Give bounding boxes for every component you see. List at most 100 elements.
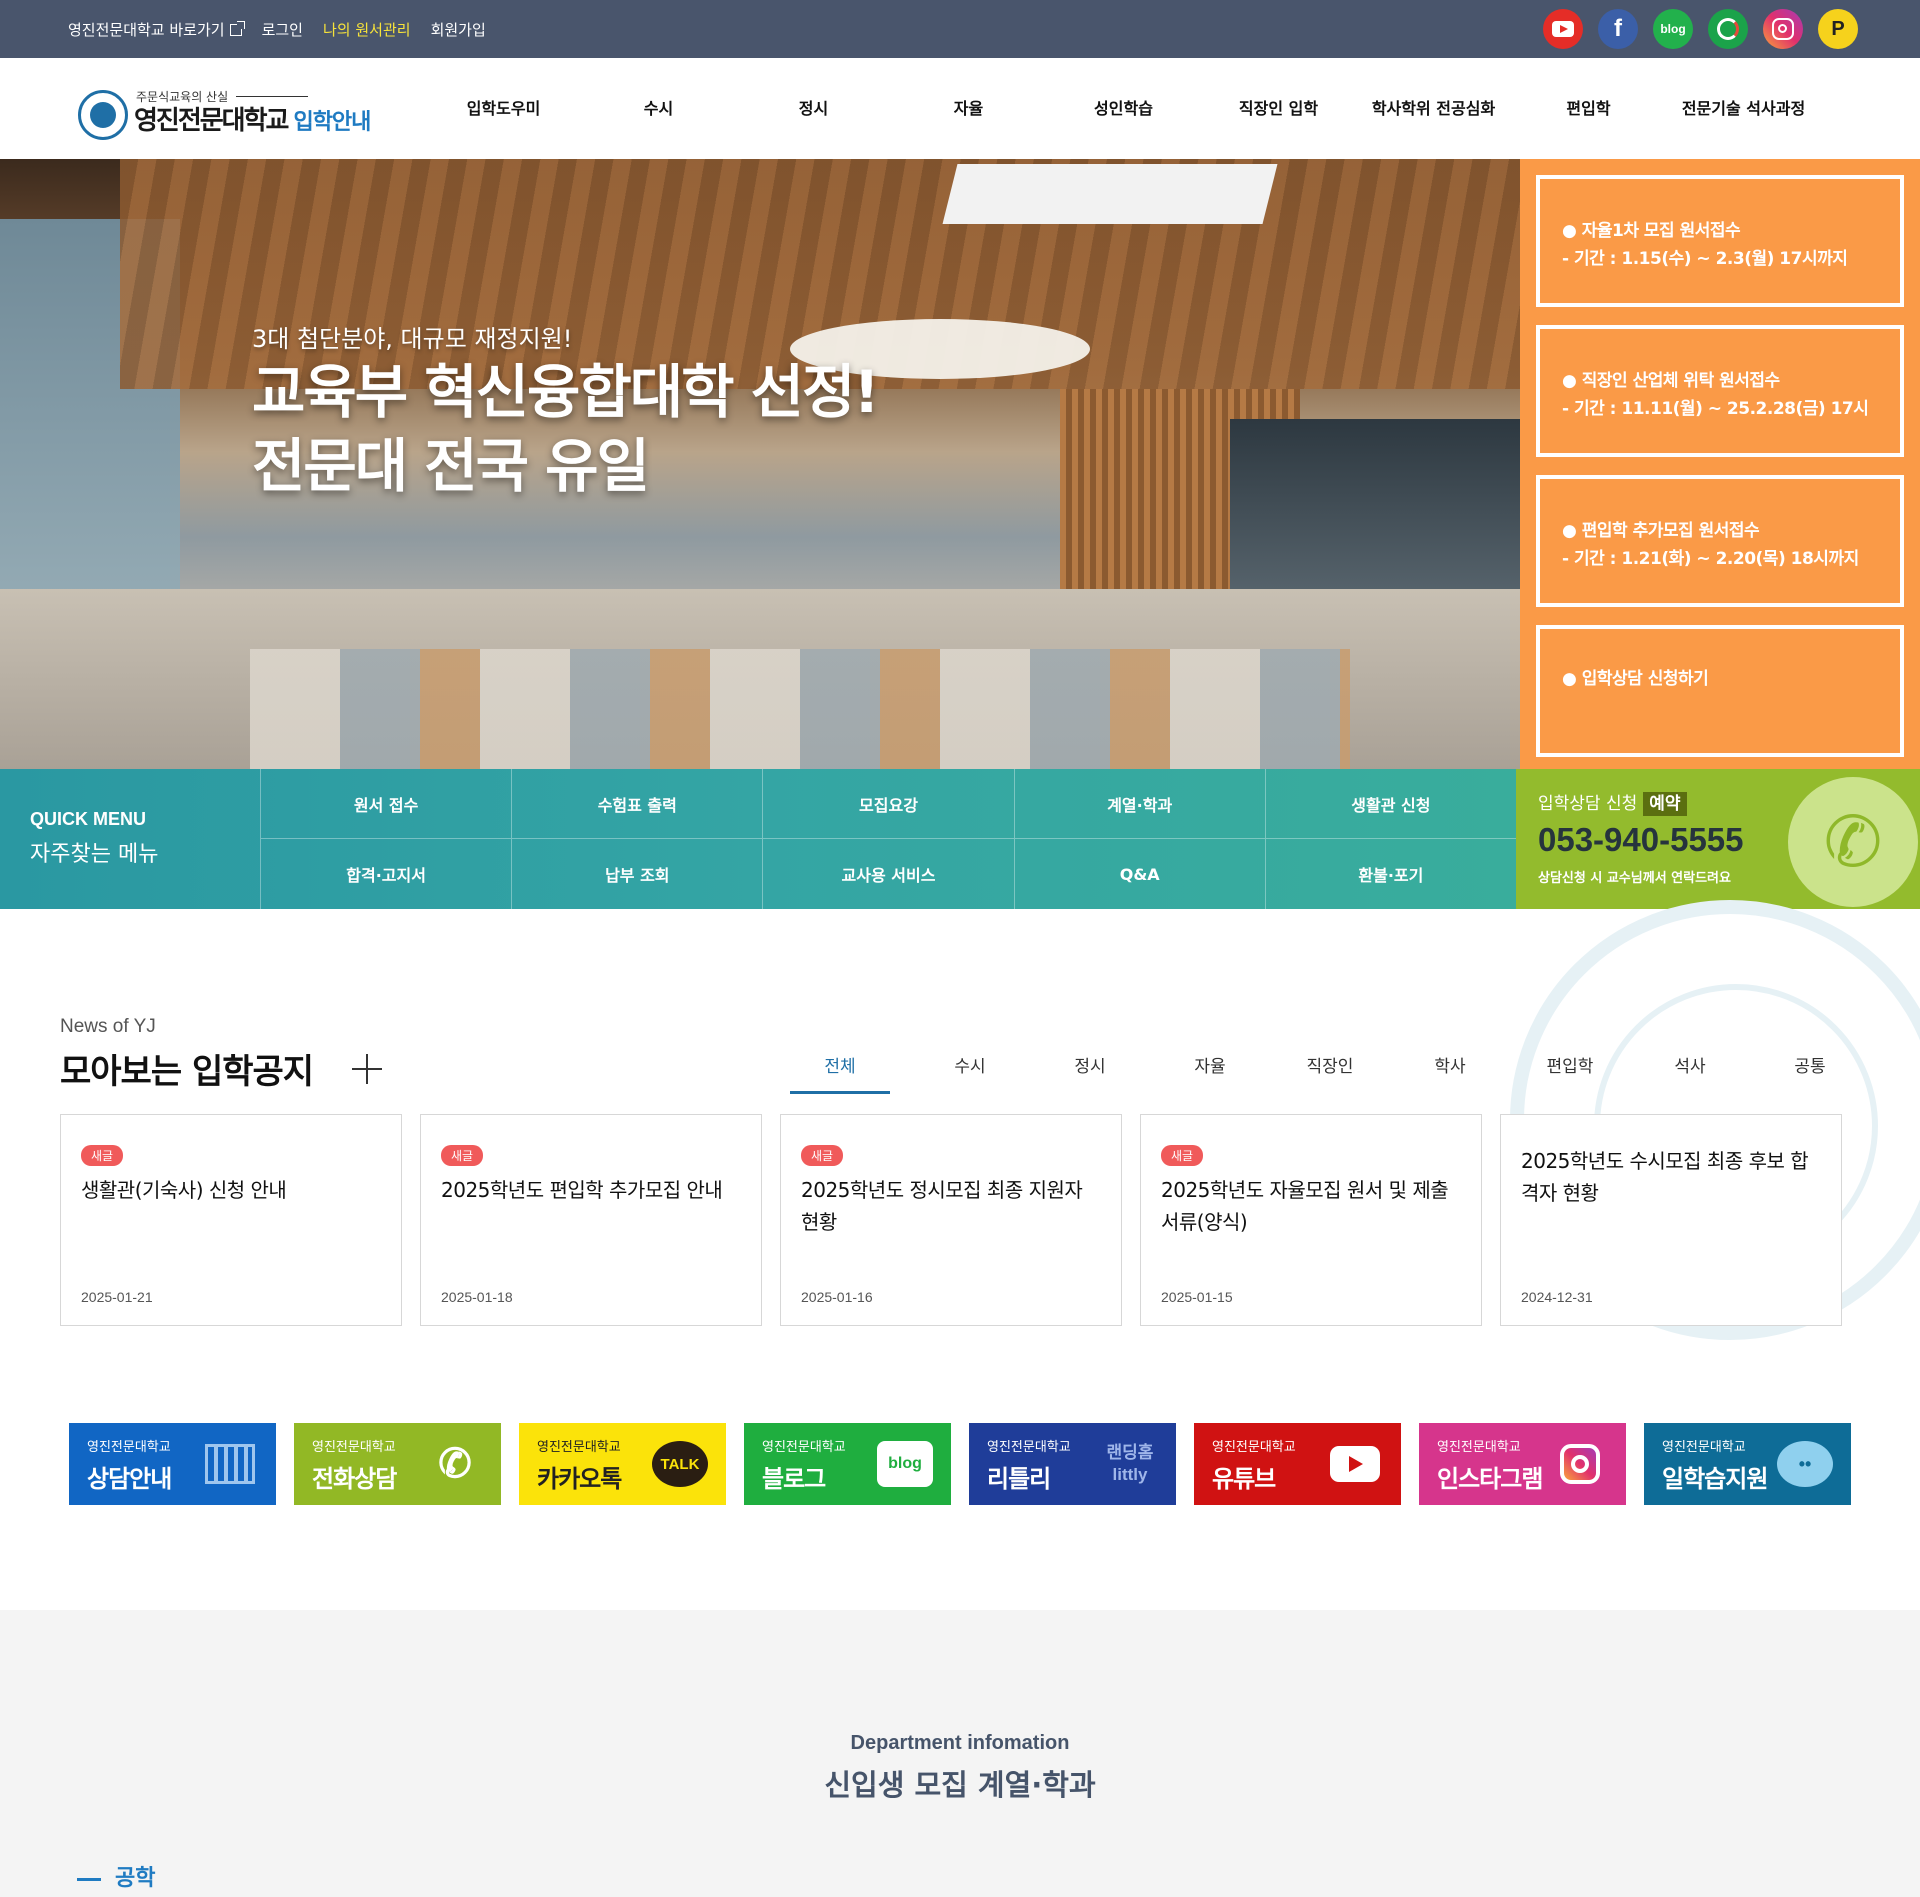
nav-item-jayul[interactable]: 자율 xyxy=(891,58,1046,159)
news-card[interactable]: 새글 생활관(기숙사) 신청 안내 2025-01-21 xyxy=(60,1114,402,1326)
tab-jayul[interactable]: 자율 xyxy=(1150,1052,1270,1094)
pay-icon[interactable]: P xyxy=(1818,9,1858,49)
news-title: 모아보는 입학공지 xyxy=(60,1052,314,1092)
news-card-date: 2025-01-16 xyxy=(801,1289,873,1305)
department-category-engineering[interactable]: 공학 xyxy=(77,1860,155,1892)
tab-all[interactable]: 전체 xyxy=(790,1052,890,1094)
notice-jayul[interactable]: ● 자율1차 모집 원서접수 - 기간 : 1.15(수) ~ 2.3(월) 1… xyxy=(1536,175,1904,307)
nav-item-jeongsi[interactable]: 정시 xyxy=(736,58,891,159)
university-home-link[interactable]: 영진전문대학교 바로가기 xyxy=(68,19,245,40)
quick-menu: QUICK MENU 자주찾는 메뉴 원서 접수 수험표 출력 모집요강 계열·… xyxy=(0,769,1516,909)
nav-item-adult-learning[interactable]: 성인학습 xyxy=(1046,58,1201,159)
blog-icon[interactable]: blog xyxy=(1653,9,1693,49)
tab-common[interactable]: 공통 xyxy=(1750,1052,1870,1094)
quick-menu-grid: 원서 접수 수험표 출력 모집요강 계열·학과 생활관 신청 합격·고지서 납부… xyxy=(260,769,1516,909)
youtube-icon[interactable] xyxy=(1543,9,1583,49)
channel-banners: 영진전문대학교 상담안내 영진전문대학교 전화상담 ✆ 영진전문대학교 카카오톡… xyxy=(69,1423,1851,1505)
news-card-date: 2025-01-18 xyxy=(441,1289,513,1305)
banner-littly[interactable]: 영진전문대학교 리틀리 랜딩홈 littly xyxy=(969,1423,1176,1505)
quick-item-results[interactable]: 합격·고지서 xyxy=(260,839,511,909)
news-card-title: 2025학년도 정시모집 최종 지원자 현황 xyxy=(801,1178,1083,1234)
facebook-icon[interactable]: f xyxy=(1598,9,1638,49)
site-logo[interactable]: 주문식교육의 산실 영진전문대학교 입학안내 xyxy=(78,88,398,140)
notice-consult-request[interactable]: ● 입학상담 신청하기 xyxy=(1536,625,1904,757)
youtube-icon xyxy=(1327,1441,1383,1487)
tab-bachelor[interactable]: 학사 xyxy=(1390,1052,1510,1094)
instagram-icon[interactable] xyxy=(1763,9,1803,49)
banner-blog[interactable]: 영진전문대학교 블로그 blog xyxy=(744,1423,951,1505)
banner-youtube[interactable]: 영진전문대학교 유튜브 xyxy=(1194,1423,1401,1505)
quick-item-refund[interactable]: 환불·포기 xyxy=(1264,839,1516,909)
tab-jeongsi[interactable]: 정시 xyxy=(1030,1052,1150,1094)
green-circle-icon[interactable] xyxy=(1708,9,1748,49)
admission-notices-panel: ● 자율1차 모집 원서접수 - 기간 : 1.15(수) ~ 2.3(월) 1… xyxy=(1520,159,1920,769)
consult-phone-number: 053-940-5555 xyxy=(1538,821,1744,858)
quick-item-payment[interactable]: 납부 조회 xyxy=(511,839,762,909)
instagram-icon xyxy=(1552,1441,1608,1487)
consult-label: 입학상담 신청 예약 xyxy=(1538,789,1687,816)
hero-title: 교육부 혁신융합대학 선정! 전문대 전국 유일 xyxy=(252,358,880,500)
news-subtitle: News of YJ xyxy=(60,1016,156,1037)
phone-consult-panel[interactable]: ✆ 입학상담 신청 예약 053-940-5555 상담신청 시 교수님께서 연락… xyxy=(1516,769,1920,909)
news-card[interactable]: 새글 2025학년도 자율모집 원서 및 제출서류(양식) 2025-01-15 xyxy=(1140,1114,1482,1326)
phone-icon: ✆ xyxy=(1788,777,1918,907)
new-badge: 새글 xyxy=(1161,1145,1204,1166)
university-emblem-icon xyxy=(78,90,128,140)
news-card-title: 2025학년도 자율모집 원서 및 제출서류(양식) xyxy=(1161,1178,1449,1234)
news-card-date: 2025-01-15 xyxy=(1161,1289,1233,1305)
banner-instagram[interactable]: 영진전문대학교 인스타그램 xyxy=(1419,1423,1626,1505)
banner-kakaotalk[interactable]: 영진전문대학교 카카오톡 TALK xyxy=(519,1423,726,1505)
news-tabs: 전체 수시 정시 자율 직장인 학사 편입학 석사 공통 xyxy=(790,1052,1870,1094)
banner-work-learning[interactable]: 영진전문대학교 일학습지원 •• xyxy=(1644,1423,1851,1505)
hero-banner[interactable]: 3대 첨단분야, 대규모 재정지원! 교육부 혁신융합대학 선정! 전문대 전국… xyxy=(0,159,1520,769)
news-card[interactable]: 2025학년도 수시모집 최종 후보 합격자 현황 2024-12-31 xyxy=(1500,1114,1842,1326)
quick-item-admission-ticket[interactable]: 수험표 출력 xyxy=(511,769,763,839)
signup-link[interactable]: 회원가입 xyxy=(431,19,486,40)
notice-worker[interactable]: ● 직장인 산업체 위탁 원서접수 - 기간 : 11.11(월) ~ 25.2… xyxy=(1536,325,1904,457)
new-badge: 새글 xyxy=(81,1145,124,1166)
kakaotalk-icon: TALK xyxy=(652,1441,708,1487)
my-application-link[interactable]: 나의 원서관리 xyxy=(323,19,411,40)
department-subtitle: Department infomation xyxy=(850,1732,1070,1754)
news-card-date: 2024-12-31 xyxy=(1521,1289,1593,1305)
chat-icon: •• xyxy=(1777,1441,1833,1487)
plus-icon[interactable] xyxy=(352,1054,382,1084)
banner-consult-guide[interactable]: 영진전문대학교 상담안내 xyxy=(69,1423,276,1505)
nav-item-susi[interactable]: 수시 xyxy=(581,58,736,159)
building-icon xyxy=(202,1441,258,1487)
logo-name: 영진전문대학교 입학안내 xyxy=(134,106,371,136)
quick-item-qna[interactable]: Q&A xyxy=(1013,839,1265,909)
quick-item-guidelines[interactable]: 모집요강 xyxy=(762,769,1014,839)
nav-item-masters[interactable]: 전문기술 석사과정 xyxy=(1666,58,1821,159)
new-badge: 새글 xyxy=(441,1145,484,1166)
news-card-title: 2025학년도 수시모집 최종 후보 합격자 현황 xyxy=(1521,1149,1809,1205)
banner-phone-consult[interactable]: 영진전문대학교 전화상담 ✆ xyxy=(294,1423,501,1505)
consult-note: 상담신청 시 교수님께서 연락드려요 xyxy=(1538,871,1731,886)
littly-icon: 랜딩홈 littly xyxy=(1106,1443,1154,1484)
top-utility-bar: 영진전문대학교 바로가기 로그인 나의 원서관리 회원가입 f blog P xyxy=(0,0,1920,58)
main-header: 주문식교육의 산실 영진전문대학교 입학안내 입학도우미 수시 정시 자율 성인학… xyxy=(0,58,1920,159)
phone-icon: ✆ xyxy=(438,1442,472,1486)
social-links: f blog P xyxy=(1543,9,1858,49)
quick-item-departments[interactable]: 계열·학과 xyxy=(1013,769,1265,839)
news-card[interactable]: 새글 2025학년도 정시모집 최종 지원자 현황 2025-01-16 xyxy=(780,1114,1122,1326)
nav-item-admission-helper[interactable]: 입학도우미 xyxy=(426,58,581,159)
tab-masters[interactable]: 석사 xyxy=(1630,1052,1750,1094)
quick-item-apply[interactable]: 원서 접수 xyxy=(260,769,512,839)
tab-worker[interactable]: 직장인 xyxy=(1270,1052,1390,1094)
external-link-icon xyxy=(229,20,245,36)
notice-transfer[interactable]: ● 편입학 추가모집 원서접수 - 기간 : 1.21(화) ~ 2.20(목)… xyxy=(1536,475,1904,607)
quick-item-dormitory[interactable]: 생활관 신청 xyxy=(1264,769,1516,839)
login-link[interactable]: 로그인 xyxy=(262,19,303,40)
news-card-date: 2025-01-21 xyxy=(81,1289,153,1305)
news-card-list: 새글 생활관(기숙사) 신청 안내 2025-01-21 새글 2025학년도 … xyxy=(60,1114,1842,1326)
nav-item-bachelor-major[interactable]: 학사학위 전공심화 xyxy=(1356,58,1511,159)
tab-susi[interactable]: 수시 xyxy=(910,1052,1030,1094)
quick-item-teacher-service[interactable]: 교사용 서비스 xyxy=(762,839,1013,909)
nav-item-transfer[interactable]: 편입학 xyxy=(1511,58,1666,159)
news-card[interactable]: 새글 2025학년도 편입학 추가모집 안내 2025-01-18 xyxy=(420,1114,762,1326)
tab-transfer[interactable]: 편입학 xyxy=(1510,1052,1630,1094)
nav-item-worker-admission[interactable]: 직장인 입학 xyxy=(1201,58,1356,159)
reservation-badge: 예약 xyxy=(1643,792,1687,816)
hero-subtitle: 3대 첨단분야, 대규모 재정지원! xyxy=(252,325,573,353)
